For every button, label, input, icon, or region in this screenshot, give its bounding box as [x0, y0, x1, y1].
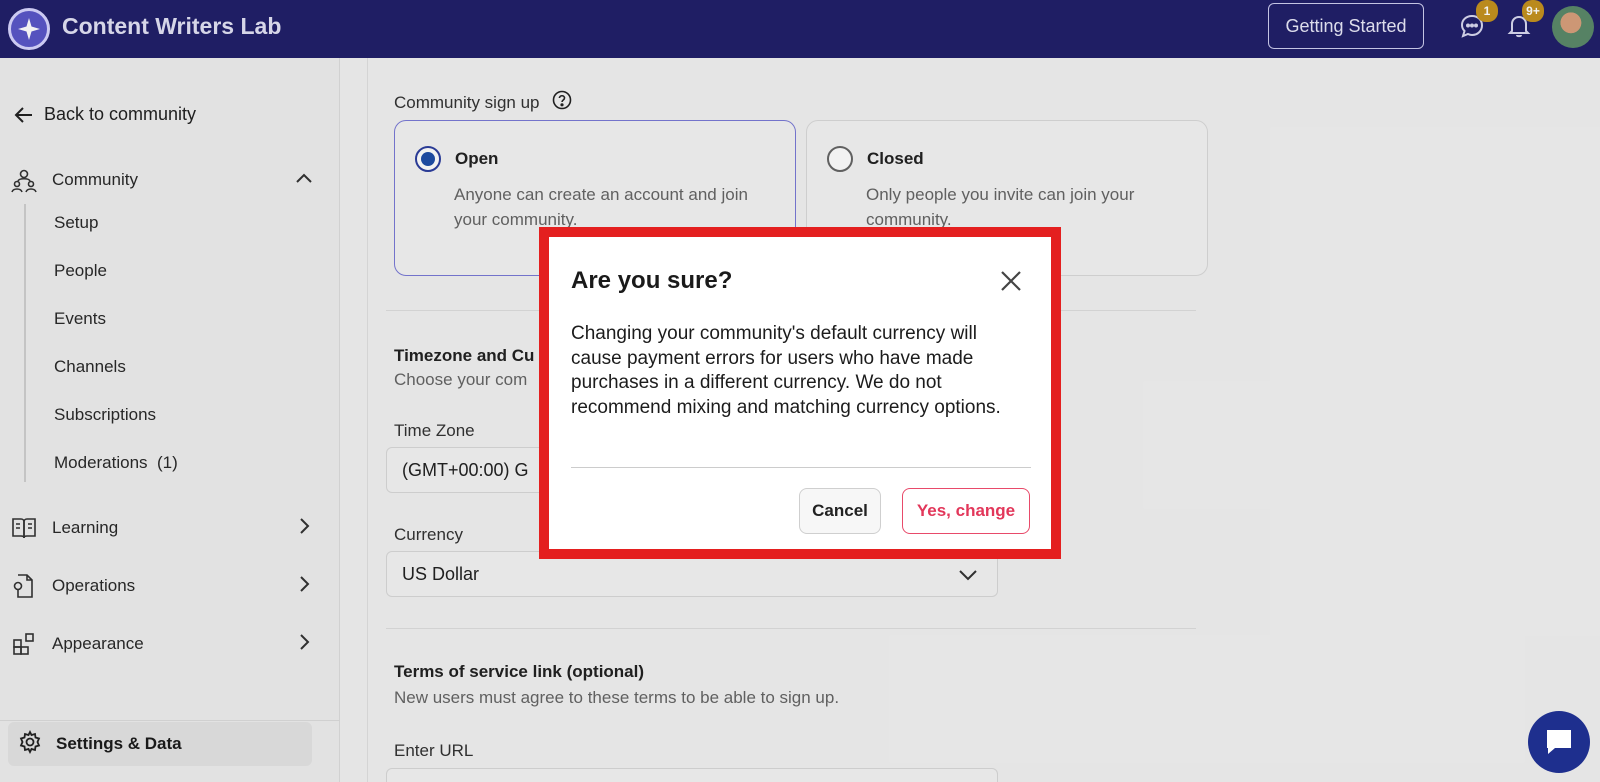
confirm-dialog: Are you sure? Changing your community's … [549, 237, 1051, 549]
chat-icon [1547, 730, 1571, 754]
dialog-message: Changing your community's default curren… [571, 323, 1001, 418]
close-icon[interactable] [997, 267, 1025, 295]
confirm-change-button[interactable]: Yes, change [902, 488, 1030, 534]
cancel-button[interactable]: Cancel [799, 488, 881, 534]
chat-support-button[interactable] [1528, 711, 1590, 773]
dialog-divider [571, 467, 1031, 468]
dialog-title: Are you sure? [571, 267, 733, 294]
